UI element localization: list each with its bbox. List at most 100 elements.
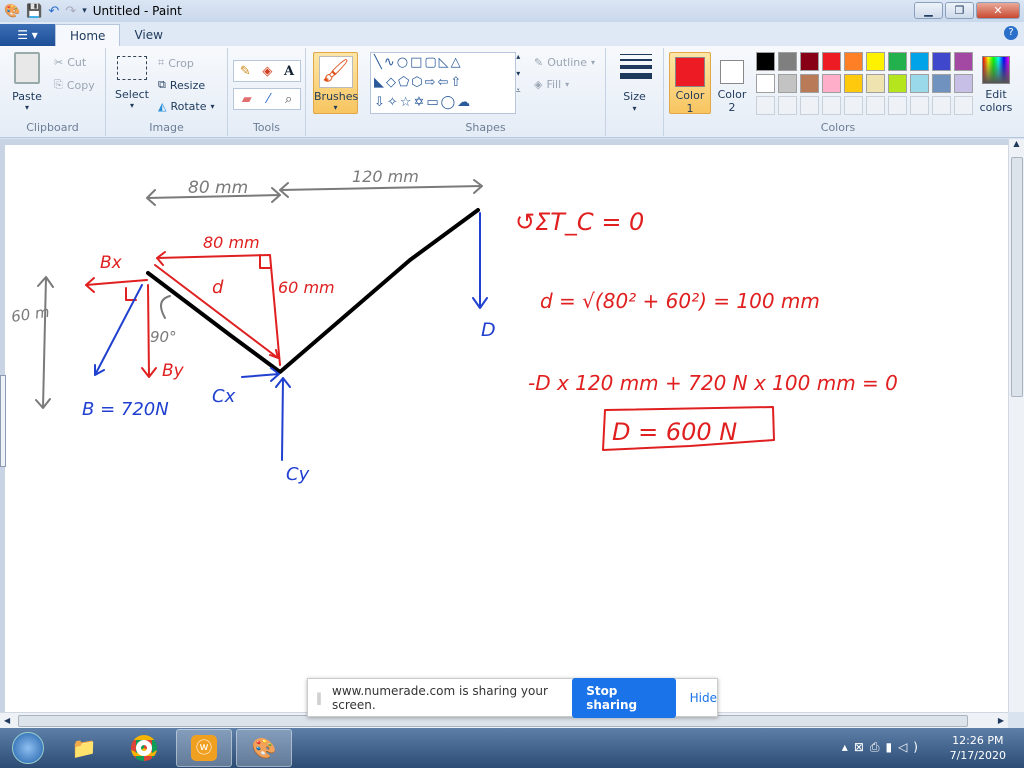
minimize-button[interactable]: ▁: [914, 2, 943, 19]
crop-icon: ⌗: [158, 56, 165, 69]
palette-swatch[interactable]: [954, 74, 973, 93]
crop-button[interactable]: ⌗ Crop: [158, 56, 194, 70]
customize-dropdown-icon[interactable]: ▾: [82, 6, 87, 16]
paste-button[interactable]: Paste ▾: [8, 52, 46, 112]
tab-home[interactable]: Home: [55, 24, 121, 46]
palette-swatch[interactable]: [800, 74, 819, 93]
palette-swatch[interactable]: [910, 74, 929, 93]
file-menu-button[interactable]: ☰ ▾: [0, 24, 55, 46]
taskbar-paint[interactable]: 🎨: [236, 729, 292, 767]
pencil-icon[interactable]: ✎: [240, 64, 251, 79]
moment-sum-equation: -D x 120 mm + 720 N x 100 mm = 0: [528, 371, 898, 395]
vertical-scroll-thumb[interactable]: [1011, 157, 1023, 397]
palette-swatch[interactable]: [844, 52, 863, 71]
palette-swatch[interactable]: [954, 52, 973, 71]
stop-sharing-button[interactable]: Stop sharing: [572, 677, 676, 718]
size-group[interactable]: Size ▾: [606, 48, 664, 136]
magnifier-icon[interactable]: ⌕: [285, 92, 292, 107]
fill-label: Fill: [546, 78, 562, 91]
palette-swatch[interactable]: [756, 52, 775, 71]
undo-icon[interactable]: ↶: [48, 4, 59, 19]
clipboard-group: Paste ▾ ✂ Cut ⎘ Copy Clipboard: [0, 48, 106, 136]
palette-swatch[interactable]: [910, 52, 929, 71]
custom-color-slot[interactable]: [822, 96, 841, 115]
start-button[interactable]: [4, 729, 52, 767]
system-tray[interactable]: ▴⊠⎙▮◁): [842, 740, 924, 755]
image-group-label: Image: [149, 121, 184, 134]
color2-button[interactable]: Color 2: [714, 52, 750, 114]
shapes-gallery[interactable]: ╲∿○□▢◺△ ◣◇⬠⬡⇨⇦⇧ ⇩✧☆✡▭◯☁: [370, 52, 516, 114]
clock-date: 7/17/2020: [949, 749, 1006, 762]
palette-swatch[interactable]: [866, 74, 885, 93]
custom-color-slot[interactable]: [888, 96, 907, 115]
color1-button[interactable]: Color 1: [669, 52, 711, 115]
close-button[interactable]: ✕: [976, 2, 1020, 19]
custom-color-slot[interactable]: [778, 96, 797, 115]
help-icon[interactable]: ?: [1004, 26, 1018, 40]
palette-swatch[interactable]: [822, 52, 841, 71]
brush-icon: 🖌: [318, 56, 353, 88]
palette-swatch[interactable]: [888, 52, 907, 71]
shapes-scroll[interactable]: ▴ ▾ ⩡: [516, 52, 521, 96]
taskbar-chrome[interactable]: [116, 729, 172, 767]
brushes-button[interactable]: 🖌 Brushes ▾: [313, 52, 358, 114]
palette-swatch[interactable]: [932, 74, 951, 93]
cut-button[interactable]: ✂ Cut: [54, 56, 86, 69]
custom-color-slot[interactable]: [932, 96, 951, 115]
outline-button[interactable]: ✎ Outline ▾: [534, 56, 595, 69]
inner-d-label: d: [212, 277, 224, 298]
taskbar-numerade[interactable]: ⓦ: [176, 729, 232, 767]
custom-color-slot[interactable]: [910, 96, 929, 115]
save-icon[interactable]: 💾: [26, 4, 42, 19]
left-resize-handle[interactable]: [0, 375, 6, 467]
clock[interactable]: 12:26 PM 7/17/2020: [950, 733, 1006, 763]
fill-bucket-icon[interactable]: ◈: [262, 64, 272, 79]
drawing-canvas[interactable]: 80 mm 120 mm 60 m 90° Bx By 80 mm d 60 m…: [5, 145, 1008, 712]
text-tool-icon[interactable]: A: [284, 64, 294, 79]
moment-equation: ↺ΣT_C = 0: [515, 208, 644, 236]
paint-app-icon[interactable]: 🎨: [4, 4, 20, 19]
size-label: Size: [623, 90, 646, 103]
palette-swatch[interactable]: [778, 52, 797, 71]
custom-color-slot[interactable]: [954, 96, 973, 115]
palette-swatch[interactable]: [822, 74, 841, 93]
inner-60mm-label: 60 mm: [278, 278, 335, 297]
paste-label: Paste: [12, 90, 42, 103]
rotate-label: Rotate: [170, 100, 207, 113]
palette-swatch[interactable]: [932, 52, 951, 71]
palette-swatch[interactable]: [844, 74, 863, 93]
fill-button[interactable]: ◈ Fill ▾: [534, 78, 569, 91]
restore-button[interactable]: ❐: [945, 2, 974, 19]
rotate-button[interactable]: ◭ Rotate ▾: [158, 100, 215, 113]
eraser-icon[interactable]: ▰: [242, 92, 252, 107]
palette-swatch[interactable]: [778, 74, 797, 93]
palette-swatch[interactable]: [866, 52, 885, 71]
select-button[interactable]: Select ▾: [114, 56, 150, 110]
resize-button[interactable]: ⧉ Resize: [158, 78, 205, 92]
tab-view[interactable]: View: [120, 24, 176, 46]
share-message: www.numerade.com is sharing your screen.: [332, 683, 548, 712]
copy-button[interactable]: ⎘ Copy: [54, 78, 95, 92]
custom-color-slot[interactable]: [866, 96, 885, 115]
b-force-label: B = 720N: [82, 399, 169, 420]
custom-color-slot[interactable]: [844, 96, 863, 115]
outline-label: Outline: [547, 56, 588, 69]
palette-swatch[interactable]: [800, 52, 819, 71]
hide-button[interactable]: Hide: [690, 691, 717, 705]
vertical-scrollbar[interactable]: ▲: [1008, 139, 1024, 712]
tools-group-label: Tools: [252, 121, 281, 134]
redo-icon[interactable]: ↷: [65, 4, 76, 19]
select-rect-icon: [117, 56, 147, 80]
taskbar-file-explorer[interactable]: 📁: [56, 729, 112, 767]
edit-colors-button[interactable]: Edit colors: [976, 52, 1016, 114]
color-picker-icon[interactable]: ⁄: [267, 92, 269, 107]
palette-swatch[interactable]: [888, 74, 907, 93]
custom-color-slot[interactable]: [800, 96, 819, 115]
palette-swatch[interactable]: [756, 74, 775, 93]
taskbar: 📁 ⓦ 🎨 ▴⊠⎙▮◁) 12:26 PM 7/17/2020: [0, 728, 1024, 768]
shapes-group: ╲∿○□▢◺△ ◣◇⬠⬡⇨⇦⇧ ⇩✧☆✡▭◯☁ ▴ ▾ ⩡ ✎ Outline ▾ ◈ Fil…: [366, 48, 606, 136]
tools-group: ✎ ◈ A ▰ ⁄ ⌕ Tools: [228, 48, 306, 136]
cut-label: Cut: [67, 56, 87, 69]
custom-color-slot[interactable]: [756, 96, 775, 115]
drag-handle-icon[interactable]: ‖: [316, 691, 322, 705]
